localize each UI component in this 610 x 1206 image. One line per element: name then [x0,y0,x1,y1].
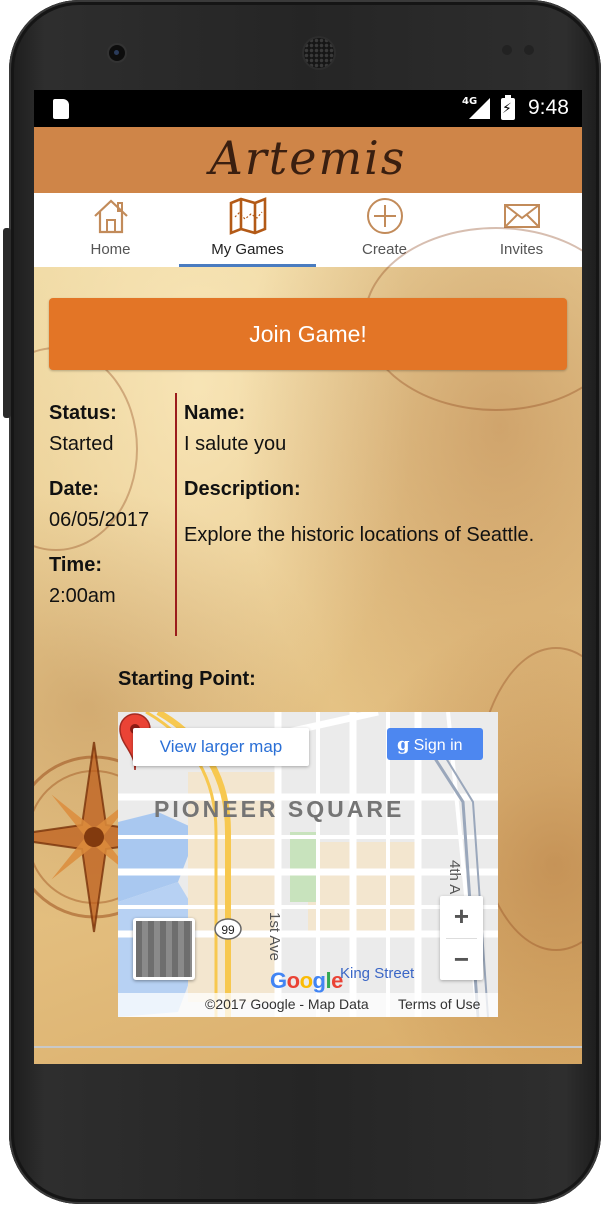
screen: 4G 9:48 Artemis Home My Games [34,90,582,1064]
bottom-divider [34,1046,582,1048]
description-label: Description: [184,478,301,500]
street-label-4th-ave: 4th A [446,860,463,894]
date-value: 06/05/2017 [49,509,150,531]
light-sensor [524,45,534,55]
game-detail-content[interactable]: Join Game! Status: Started Date: 06/05/2… [34,227,582,1064]
google-g-icon: g [397,733,410,755]
tab-home-label: Home [90,241,131,258]
plus-circle-icon [367,198,403,234]
street-label-1st-ave: 1st Ave [266,912,283,961]
map-copyright: ©2017 Google - Map Data [205,996,369,1012]
earpiece-speaker [304,38,334,68]
battery-charging-icon [501,95,515,120]
status-time: 9:48 [528,96,569,119]
tab-my-games[interactable]: My Games [179,193,316,267]
neighborhood-label: PIONEER SQUARE [154,796,405,822]
highway-label: 99 [221,923,235,937]
zoom-in-button[interactable]: + [440,896,483,937]
street-label-king-street: King Street [340,965,415,982]
google-logo: Google [270,968,343,993]
info-divider [175,393,177,636]
time-value: 2:00am [49,585,116,607]
tab-home[interactable]: Home [42,193,179,267]
satellite-toggle[interactable] [133,918,195,980]
sign-in-button[interactable]: g Sign in [387,728,483,760]
power-button[interactable] [3,228,11,418]
starting-point-map[interactable]: 99 1st Ave 4th A PIONEER SQUARE View lar… [118,712,498,1017]
zoom-control: + − [440,896,483,980]
status-label: Status: [49,402,117,424]
app-title: Artemis [209,131,407,185]
sign-in-label: Sign in [413,736,463,754]
view-larger-map-link[interactable]: View larger map [133,728,309,766]
status-bar: 4G 9:48 [34,90,582,127]
sd-card-icon [53,99,69,119]
signal-icon [469,98,490,119]
time-label: Time: [49,554,102,576]
status-value: Started [49,433,114,455]
join-game-button[interactable]: Join Game! [49,298,567,370]
date-label: Date: [49,478,100,500]
description-value: Explore the historic locations of Seattl… [184,524,535,546]
proximity-sensor [502,45,512,55]
name-value: I salute you [184,433,287,455]
name-label: Name: [184,402,246,424]
map-icon [229,197,267,235]
tab-my-games-label: My Games [211,241,284,258]
app-header: Artemis [34,127,582,193]
terms-of-use-link[interactable]: Terms of Use [398,996,480,1012]
zoom-out-button[interactable]: − [440,939,483,980]
starting-point-label: Starting Point: [118,668,256,690]
home-icon [94,199,128,234]
front-camera [109,45,125,61]
